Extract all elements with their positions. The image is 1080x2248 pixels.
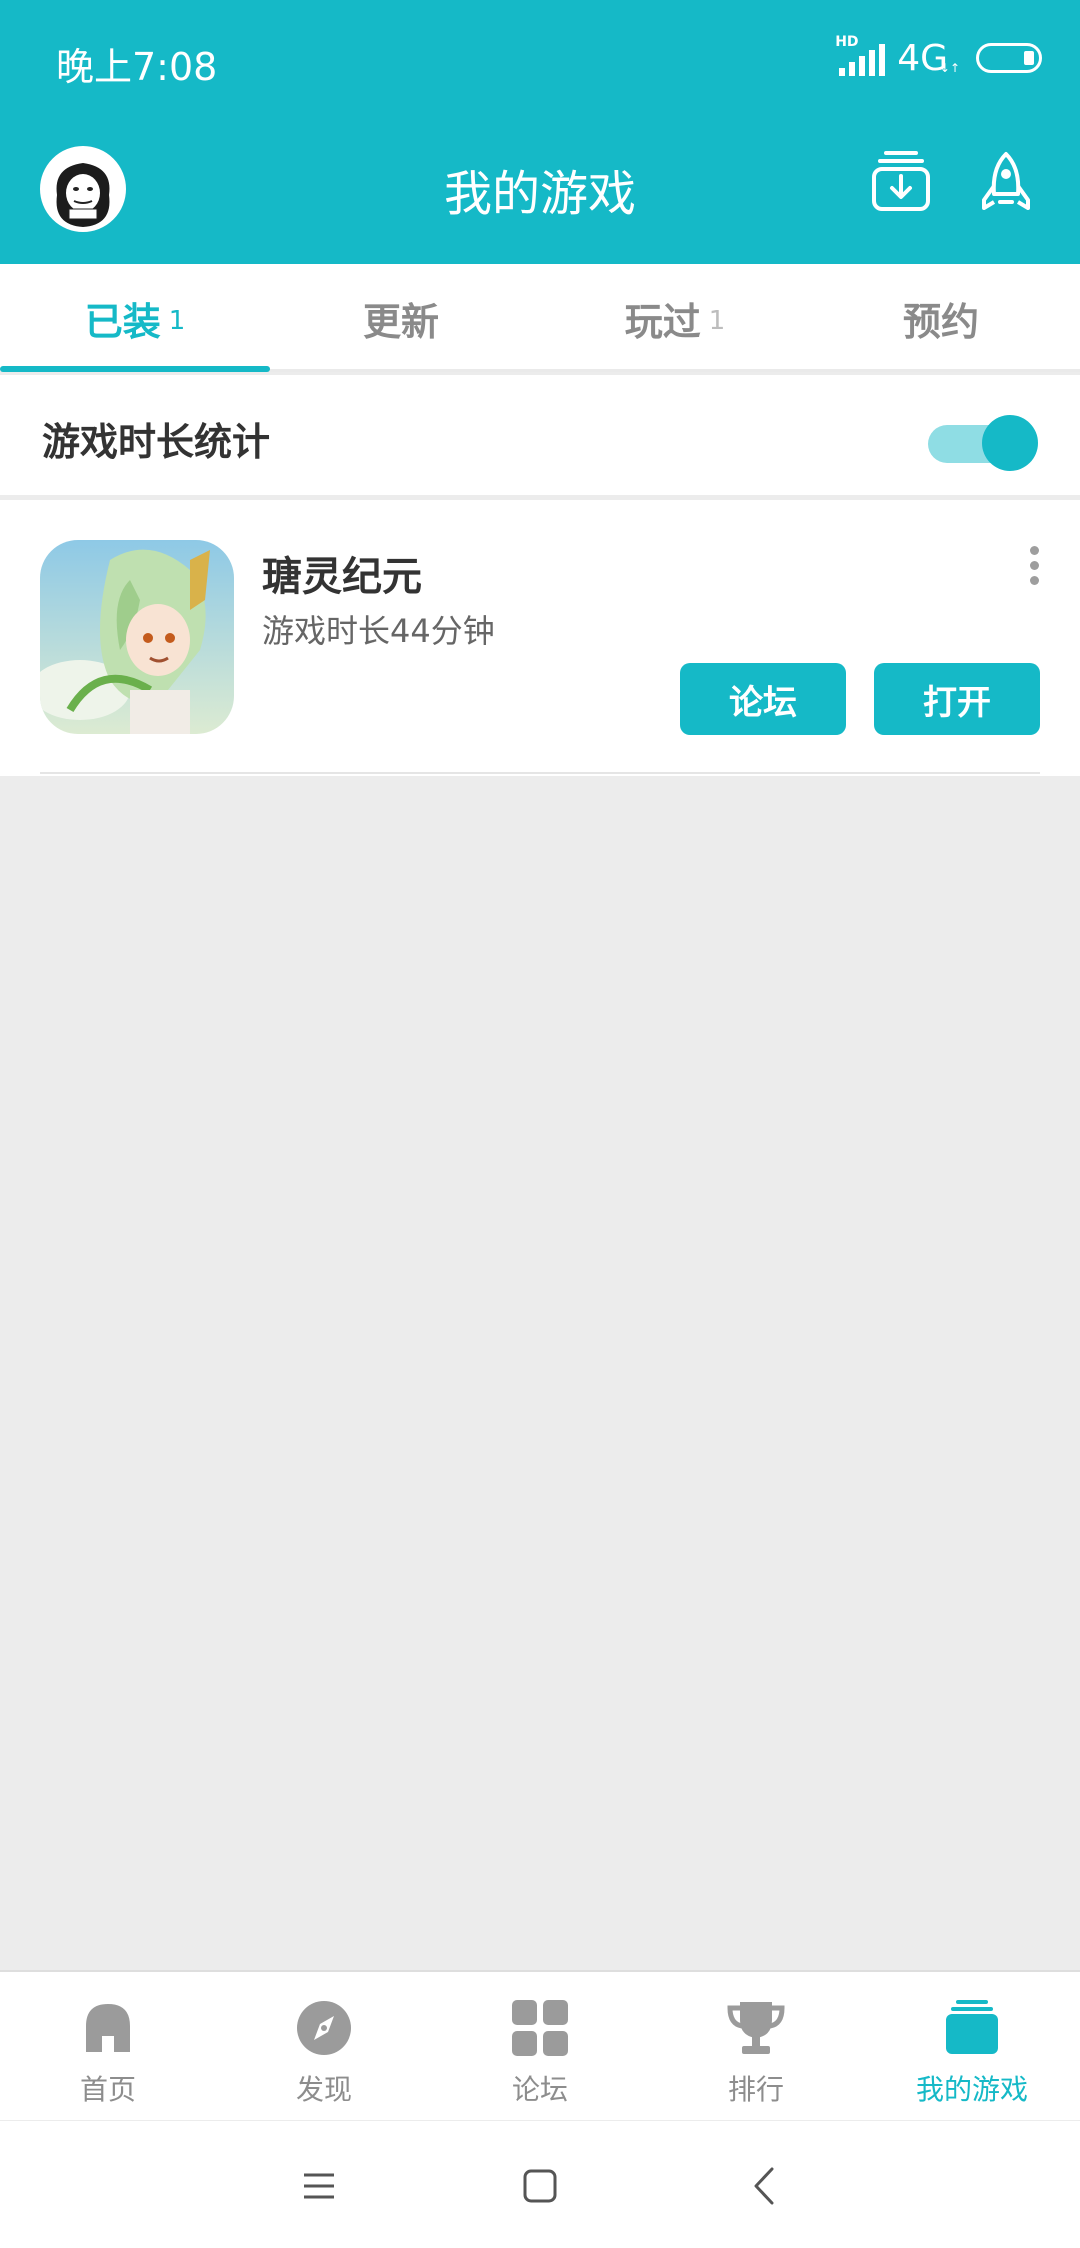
more-vertical-icon (1022, 546, 1046, 585)
signal-icon: HD (835, 34, 886, 76)
network-type: 4G ↓↑ (897, 37, 960, 79)
trophy-icon (727, 2002, 785, 2054)
tab-updates[interactable]: 更新 (270, 264, 540, 372)
status-icons: HD 4G ↓↑ (835, 34, 1042, 80)
more-options-button[interactable] (1022, 546, 1046, 590)
game-artwork-icon (40, 540, 234, 734)
system-nav-bar (0, 2120, 1080, 2248)
nav-item-forum[interactable]: 论坛 (432, 1972, 648, 2122)
nav-item-my-games[interactable]: 我的游戏 (864, 1972, 1080, 2122)
tab-indicator (0, 366, 270, 372)
game-name: 瑭灵纪元 (262, 554, 422, 600)
download-manager-button[interactable] (870, 148, 932, 212)
status-bar: 晚上7:08 HD 4G ↓↑ (0, 0, 1080, 120)
nav-item-discover[interactable]: 发现 (216, 1972, 432, 2122)
tab-played[interactable]: 玩过 1 (540, 264, 810, 372)
home-square-icon[interactable] (515, 2161, 565, 2211)
tab-bar: 已装 1 更新 玩过 1 预约 (0, 264, 1080, 372)
playtime-stats-label: 游戏时长统计 (42, 420, 271, 464)
grid-icon (512, 2000, 568, 2056)
status-time: 晚上7:08 (56, 45, 218, 89)
tab-installed[interactable]: 已装 1 (0, 264, 270, 372)
app-bar: 我的游戏 (0, 120, 1080, 264)
compass-icon (297, 2001, 351, 2055)
header: 晚上7:08 HD 4G ↓↑ 我的游戏 (0, 0, 1080, 264)
game-playtime: 游戏时长44分钟 (262, 612, 495, 650)
open-button[interactable]: 打开 (874, 663, 1040, 735)
playtime-stats-toggle[interactable] (924, 413, 1040, 471)
bottom-nav: 首页 发现 论坛 排行 我的游戏 (0, 1970, 1080, 2120)
rocket-boost-button[interactable] (978, 150, 1034, 214)
back-chevron-icon[interactable] (740, 2161, 790, 2211)
tab-reserved[interactable]: 预约 (810, 264, 1080, 372)
game-icon[interactable] (40, 540, 234, 734)
games-stack-icon (946, 2000, 998, 2054)
home-icon (86, 2004, 130, 2052)
nav-item-home[interactable]: 首页 (0, 1972, 216, 2122)
nav-item-ranking[interactable]: 排行 (648, 1972, 864, 2122)
download-manager-icon (872, 151, 930, 211)
divider (40, 772, 1040, 774)
menu-icon[interactable] (294, 2161, 344, 2211)
forum-button[interactable]: 论坛 (680, 663, 846, 735)
game-card[interactable]: 瑭灵纪元 游戏时长44分钟 论坛 打开 (0, 500, 1080, 776)
rocket-boost-icon (982, 152, 1030, 210)
playtime-stats-row: 游戏时长统计 (0, 375, 1080, 495)
battery-icon (976, 43, 1042, 73)
